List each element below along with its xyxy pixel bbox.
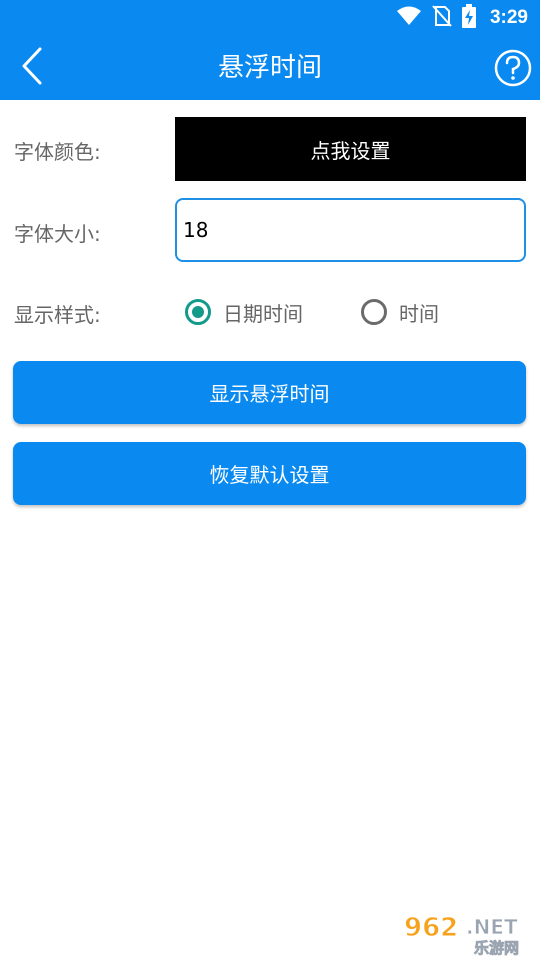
font-size-input[interactable] bbox=[175, 198, 526, 262]
battery-charging-icon bbox=[461, 4, 476, 32]
radio-unchecked-icon bbox=[361, 299, 387, 325]
radio-datetime[interactable]: 日期时间 bbox=[185, 294, 303, 330]
app-bar: 3:29 悬浮时间 bbox=[0, 0, 540, 100]
status-time: 3:29 bbox=[489, 7, 528, 28]
radio-datetime-label: 日期时间 bbox=[223, 301, 303, 326]
font-size-label: 字体大小: bbox=[14, 222, 101, 246]
status-bar: 3:29 bbox=[0, 0, 540, 36]
radio-time-label: 时间 bbox=[399, 301, 439, 326]
chevron-left-icon bbox=[20, 46, 44, 90]
page-title: 悬浮时间 bbox=[217, 53, 322, 83]
reset-default-button[interactable]: 恢复默认设置 bbox=[13, 442, 526, 505]
svg-text:乐游网: 乐游网 bbox=[474, 939, 519, 956]
svg-text:.NET: .NET bbox=[466, 915, 518, 939]
watermark-logo: 962 .NET 乐游网 bbox=[400, 908, 536, 958]
back-button[interactable] bbox=[12, 46, 52, 90]
status-icons: 3:29 bbox=[396, 4, 528, 32]
help-button[interactable] bbox=[494, 49, 532, 87]
font-color-label: 字体颜色: bbox=[14, 140, 101, 164]
radio-time[interactable]: 时间 bbox=[361, 294, 439, 330]
question-circle-icon bbox=[494, 49, 532, 91]
no-sim-icon bbox=[432, 5, 452, 31]
radio-checked-icon bbox=[185, 299, 211, 325]
font-color-button[interactable]: 点我设置 bbox=[175, 117, 526, 181]
display-style-label: 显示样式: bbox=[14, 303, 101, 327]
svg-text:962: 962 bbox=[404, 913, 458, 943]
show-floating-time-button[interactable]: 显示悬浮时间 bbox=[13, 361, 526, 424]
wifi-icon bbox=[396, 5, 422, 31]
toolbar: 悬浮时间 bbox=[0, 36, 540, 100]
